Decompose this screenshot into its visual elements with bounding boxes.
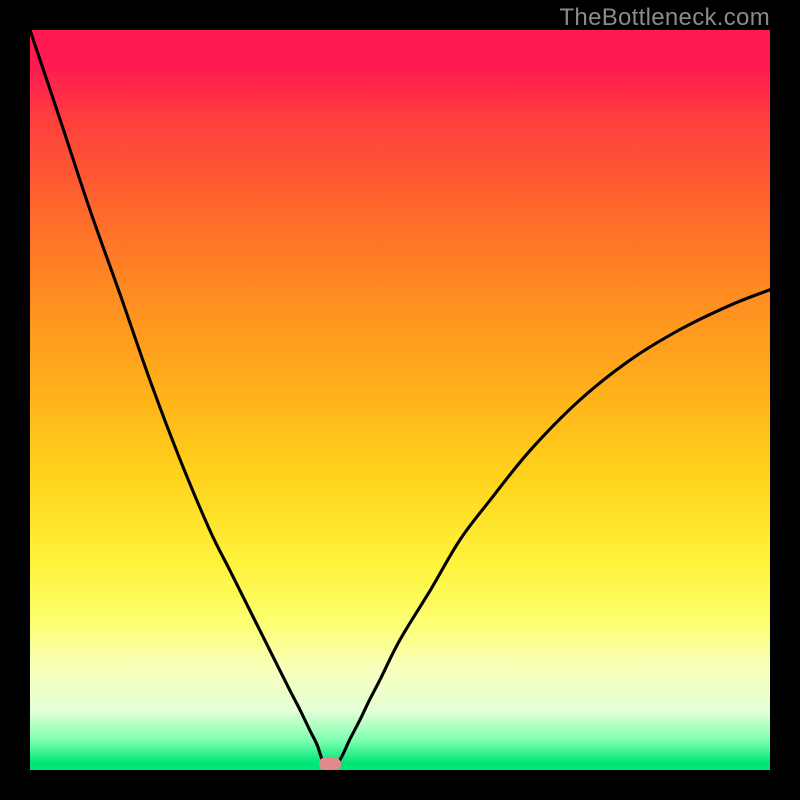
chart-frame: TheBottleneck.com xyxy=(0,0,800,800)
plot-area xyxy=(30,30,770,770)
curve-svg xyxy=(30,30,770,770)
bottleneck-curve xyxy=(30,30,770,770)
watermark-text: TheBottleneck.com xyxy=(559,4,770,32)
minimum-marker xyxy=(319,757,341,770)
